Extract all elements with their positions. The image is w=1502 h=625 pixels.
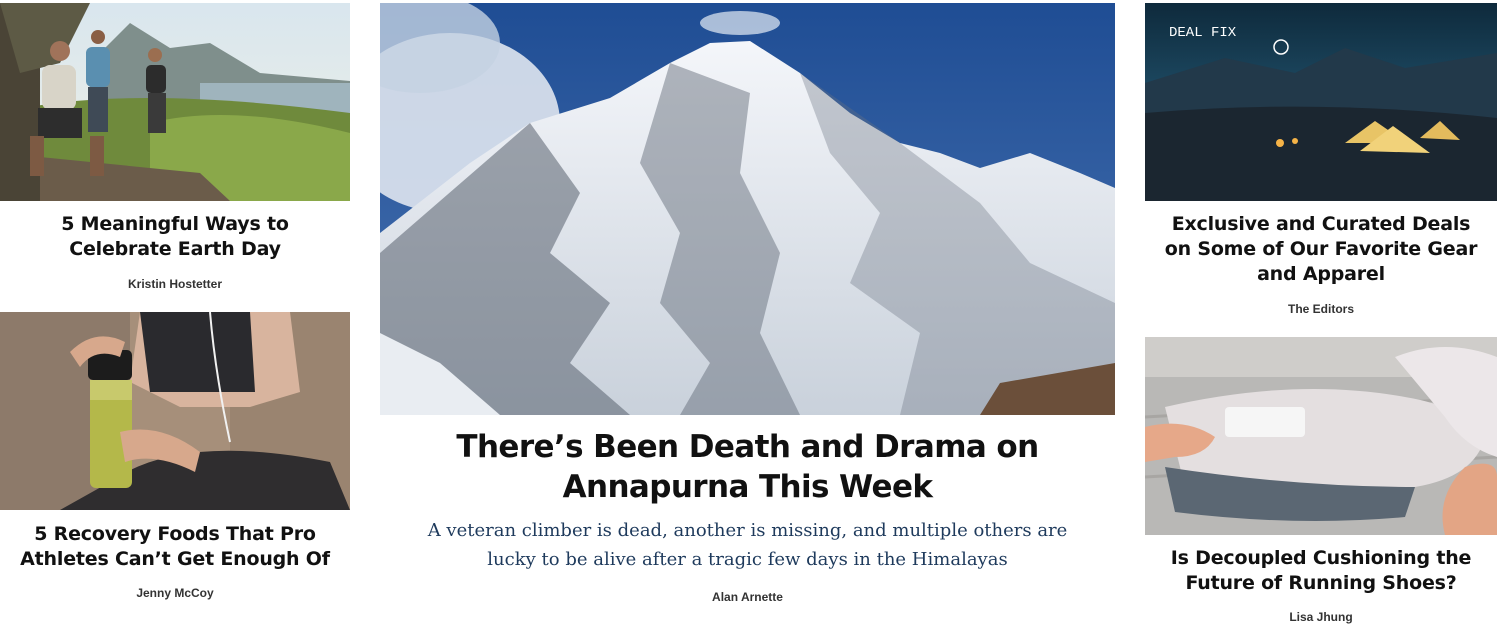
featured-article-dek: A veteran climber is dead, another is mi… <box>427 520 1068 570</box>
featured-image-annapurna[interactable] <box>380 3 1115 415</box>
deal-fix-logo: DEAL FIX <box>1169 25 1237 41</box>
featured-article-annapurna: There’s Been Death and Drama on Annapurn… <box>380 0 1115 625</box>
hikers-image <box>0 3 350 201</box>
campsite-image: DEAL FIX <box>1145 3 1497 201</box>
author-byline-recovery-foods[interactable]: Jenny McCoy <box>0 586 350 600</box>
author-byline-cushioning[interactable]: Lisa Jhung <box>1145 610 1497 624</box>
article-title-deal-fix[interactable]: Exclusive and Curated Deals on Some of O… <box>1157 212 1485 287</box>
annapurna-image <box>380 3 1115 415</box>
article-image-earth-day[interactable] <box>0 3 350 201</box>
author-byline-earth-day[interactable]: Kristin Hostetter <box>0 277 350 291</box>
article-card-earth-day: 5 Meaningful Ways to Celebrate Earth Day… <box>0 0 350 300</box>
smoothie-image <box>0 312 350 510</box>
author-byline-annapurna[interactable]: Alan Arnette <box>380 590 1115 604</box>
article-image-deal-fix[interactable]: DEAL FIX <box>1145 3 1497 201</box>
article-title-cushioning[interactable]: Is Decoupled Cushioning the Future of Ru… <box>1145 546 1497 596</box>
article-title-recovery-foods[interactable]: 5 Recovery Foods That Pro Athletes Can’t… <box>0 522 350 572</box>
author-byline-deal-fix[interactable]: The Editors <box>1145 302 1497 316</box>
article-image-cushioning[interactable] <box>1145 337 1497 535</box>
article-card-deal-fix: DEAL FIX Exclusive and Curated Deals on … <box>1145 0 1497 325</box>
article-card-cushioning: Is Decoupled Cushioning the Future of Ru… <box>1145 337 1497 625</box>
article-image-recovery-foods[interactable] <box>0 312 350 510</box>
running-shoe-image <box>1145 337 1497 535</box>
featured-article-title[interactable]: There’s Been Death and Drama on Annapurn… <box>440 427 1055 507</box>
article-card-recovery-foods: 5 Recovery Foods That Pro Athletes Can’t… <box>0 312 350 612</box>
article-title-earth-day[interactable]: 5 Meaningful Ways to Celebrate Earth Day <box>8 212 342 262</box>
